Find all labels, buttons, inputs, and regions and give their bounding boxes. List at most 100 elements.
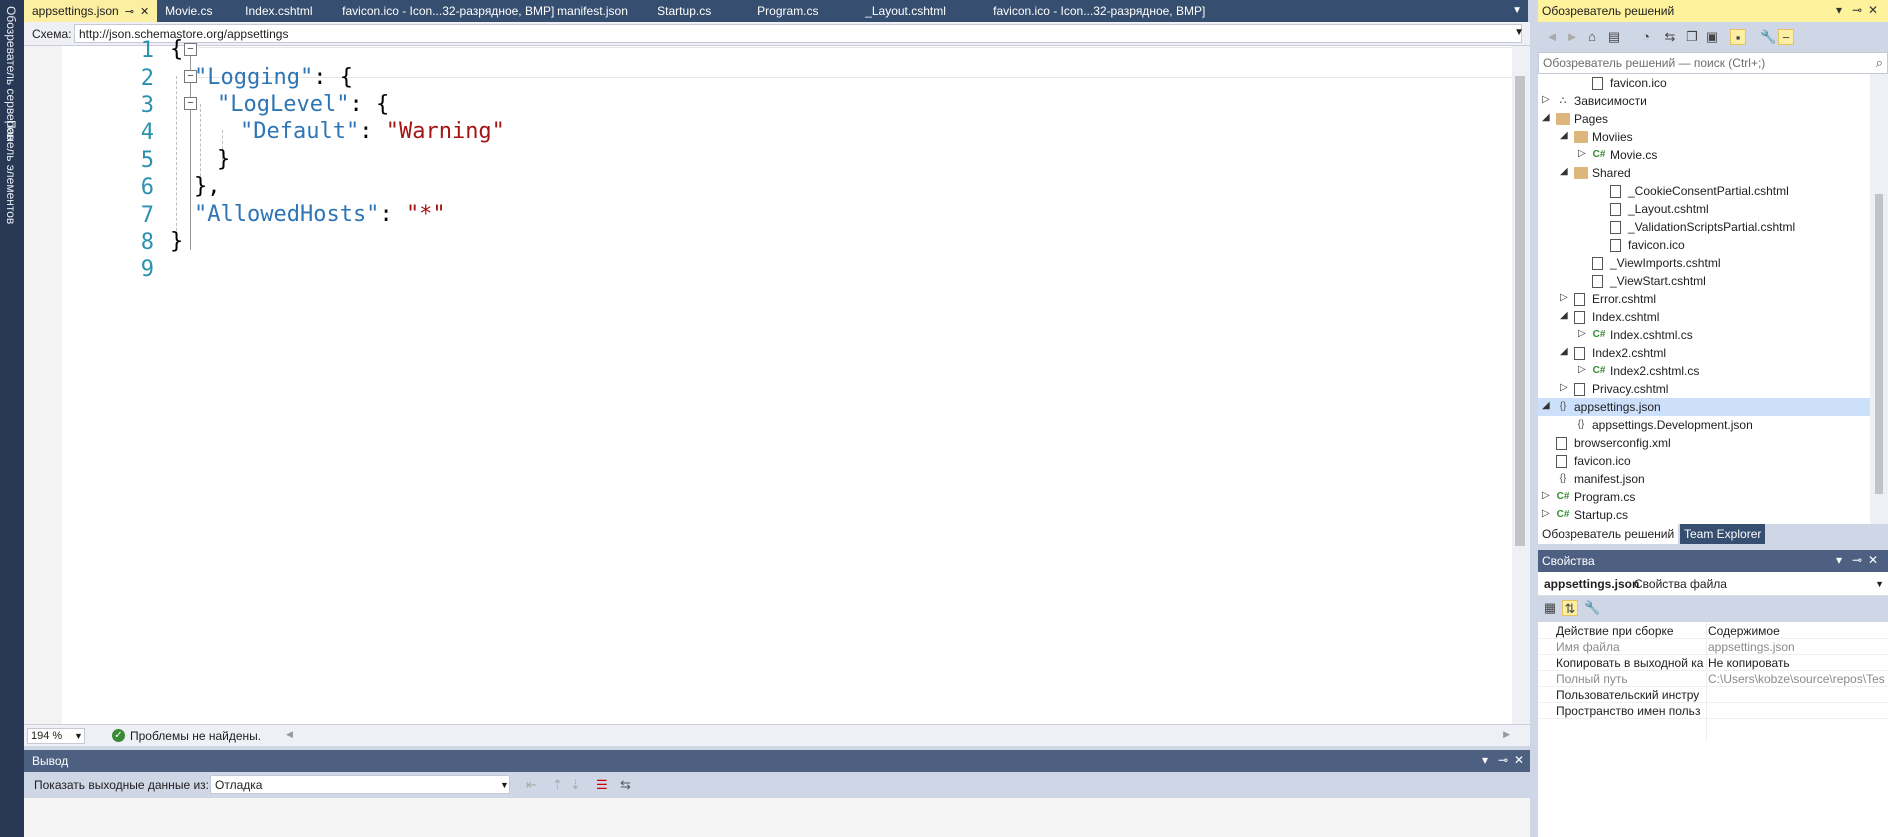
property-row[interactable]: Пользовательский инстру [1538, 687, 1888, 703]
tab-startup-cs[interactable]: Startup.cs [649, 0, 749, 22]
expand-icon[interactable]: ▷ [1542, 490, 1550, 501]
close-icon[interactable]: ✕ [1868, 3, 1878, 17]
collapse-all-icon[interactable]: ❐ [1684, 29, 1700, 45]
tree-node[interactable]: ▷ C# Movie.cs [1538, 146, 1870, 164]
tree-node[interactable]: {} manifest.json [1538, 470, 1870, 488]
chevron-down-icon[interactable]: ▼ [1514, 27, 1524, 38]
tree-node[interactable]: favicon.ico [1538, 452, 1870, 470]
tree-node[interactable]: ▷ C# Startup.cs [1538, 506, 1870, 524]
tree-node[interactable]: browserconfig.xml [1538, 434, 1870, 452]
tree-node[interactable]: ▷ ⛬ Зависимости [1538, 92, 1870, 110]
scroll-thumb[interactable] [1875, 194, 1883, 494]
output-content[interactable] [24, 798, 1530, 837]
chevron-down-icon[interactable]: ▼ [500, 780, 509, 790]
tab-layout-cshtml[interactable]: _Layout.cshtml [857, 0, 985, 22]
tree-node[interactable]: favicon.ico [1538, 236, 1870, 254]
minus-icon[interactable]: − [1778, 29, 1794, 45]
previous-message-icon[interactable]: ⇡ [552, 777, 563, 793]
pin-icon[interactable]: ⊸ [1498, 753, 1508, 767]
search-icon[interactable]: ⌕ [1876, 55, 1883, 71]
tree-node[interactable]: ▷ Privacy.cshtml [1538, 380, 1870, 398]
chevron-down-icon[interactable]: ▾ [1836, 553, 1842, 567]
tab-manifest-json[interactable]: manifest.json [549, 0, 649, 22]
output-source-select[interactable]: Отладка [210, 775, 510, 794]
tree-node[interactable]: _ViewImports.cshtml [1538, 254, 1870, 272]
next-message-icon[interactable]: ⇣ [570, 777, 581, 793]
editor-vertical-scrollbar[interactable] [1512, 46, 1530, 724]
collapse-icon[interactable]: ◢ [1560, 130, 1568, 141]
clear-all-icon[interactable]: ☰ [596, 777, 608, 793]
collapse-icon[interactable]: − [184, 43, 197, 56]
forward-icon[interactable]: ► [1564, 29, 1580, 45]
expand-icon[interactable]: ▷ [1578, 364, 1586, 375]
code-editor[interactable]: 1 2 3 4 5 6 7 8 9 − − − { "Logging": { "… [24, 37, 1512, 724]
issues-status[interactable]: Проблемы не найдены. [130, 729, 261, 743]
tab-program-cs[interactable]: Program.cs [749, 0, 857, 22]
expand-icon[interactable]: ▷ [1578, 148, 1586, 159]
home-icon[interactable]: ⌂ [1584, 29, 1600, 45]
collapse-icon[interactable]: − [184, 97, 197, 110]
preview-selected-icon[interactable]: ▪ [1730, 29, 1746, 45]
categorized-icon[interactable]: ▦ [1542, 600, 1558, 616]
tab-team-explorer[interactable]: Team Explorer [1680, 524, 1766, 544]
scroll-left-icon[interactable]: ◀ [286, 729, 293, 740]
tree-node[interactable]: favicon.ico [1538, 74, 1870, 92]
collapse-icon[interactable]: ◢ [1542, 400, 1550, 411]
tree-node[interactable]: ◢ Index.cshtml [1538, 308, 1870, 326]
property-value[interactable]: C:\Users\kobze\source\repos\Tes [1708, 672, 1888, 686]
tab-index-cshtml[interactable]: Index.cshtml [237, 0, 334, 22]
tree-node[interactable]: _ValidationScriptsPartial.cshtml [1538, 218, 1870, 236]
scroll-right-icon[interactable]: ▶ [1503, 729, 1510, 740]
alphabetical-icon[interactable]: ⇅ [1562, 600, 1578, 616]
tree-node[interactable]: ◢ {} appsettings.json [1538, 398, 1870, 416]
collapse-icon[interactable]: ◢ [1542, 112, 1550, 123]
tree-node[interactable]: ◢ Shared [1538, 164, 1870, 182]
tree-node[interactable]: ◢ Pages [1538, 110, 1870, 128]
back-icon[interactable]: ◄ [1544, 29, 1560, 45]
tab-favicon-ico[interactable]: favicon.ico - Icon...32-разрядное, BMP] [334, 0, 554, 22]
expand-icon[interactable]: ▷ [1578, 328, 1586, 339]
find-message-icon[interactable]: ⇤ [526, 777, 537, 793]
close-icon[interactable]: ✕ [1514, 753, 1524, 767]
solution-search-input[interactable]: Обозреватель решений — поиск (Ctrl+;) ⌕ [1538, 52, 1888, 74]
property-row[interactable]: Имя файла appsettings.json [1538, 639, 1888, 655]
property-value[interactable]: Содержимое [1708, 624, 1888, 638]
word-wrap-icon[interactable]: ⇆ [620, 777, 631, 793]
tree-node[interactable]: _Layout.cshtml [1538, 200, 1870, 218]
chevron-down-icon[interactable]: ▾ [1836, 3, 1842, 17]
tree-node[interactable]: ▷ C# Index2.cshtml.cs [1538, 362, 1870, 380]
tree-node[interactable]: _CookieConsentPartial.cshtml [1538, 182, 1870, 200]
property-row[interactable]: Копировать в выходной ка Не копировать [1538, 655, 1888, 671]
toolbox-tab[interactable]: Панель элементов [4, 120, 18, 224]
tree-node[interactable]: ▷ C# Program.cs [1538, 488, 1870, 506]
property-row[interactable]: Полный путь C:\Users\kobze\source\repos\T… [1538, 671, 1888, 687]
tree-node[interactable]: ◢ Moviies [1538, 128, 1870, 146]
chevron-down-icon[interactable]: ▼ [1875, 579, 1884, 589]
tree-node[interactable]: ▷ Error.cshtml [1538, 290, 1870, 308]
collapse-icon[interactable]: ◢ [1560, 166, 1568, 177]
tree-node[interactable]: _ViewStart.cshtml [1538, 272, 1870, 290]
properties-object-selector[interactable]: appsettings.json Свойства файла ▼ [1538, 572, 1888, 596]
show-all-files-icon[interactable]: ▣ [1704, 29, 1720, 45]
tree-node[interactable]: ◢ Index2.cshtml [1538, 344, 1870, 362]
pending-changes-icon[interactable]: ◔ [1638, 29, 1654, 45]
tab-appsettings-json[interactable]: appsettings.json ⊸ ✕ [24, 0, 158, 22]
collapse-icon[interactable]: ◢ [1560, 310, 1568, 321]
chevron-down-icon[interactable]: ▾ [1482, 753, 1488, 767]
chevron-down-icon[interactable]: ▼ [74, 731, 83, 741]
pin-icon[interactable]: ⊸ [125, 6, 134, 18]
property-value[interactable]: Не копировать [1708, 656, 1888, 670]
close-icon[interactable]: ✕ [140, 6, 149, 18]
expand-icon[interactable]: ▷ [1542, 94, 1550, 105]
properties-icon[interactable]: 🔧 [1760, 29, 1776, 45]
solution-vertical-scrollbar[interactable] [1870, 74, 1888, 524]
schema-url-input[interactable]: http://json.schemastore.org/appsettings [74, 24, 1522, 43]
pin-icon[interactable]: ⊸ [1852, 3, 1862, 17]
tree-node[interactable]: ▷ C# Index.cshtml.cs [1538, 326, 1870, 344]
sync-icon[interactable]: ⇆ [1662, 29, 1678, 45]
pin-icon[interactable]: ⊸ [1852, 553, 1862, 567]
property-row[interactable]: Пространство имен польз [1538, 703, 1888, 719]
tab-movie-cs[interactable]: Movie.cs [157, 0, 237, 22]
property-pages-icon[interactable]: 🔧 [1584, 600, 1600, 616]
tab-list-dropdown-icon[interactable]: ▼ [1512, 5, 1522, 16]
